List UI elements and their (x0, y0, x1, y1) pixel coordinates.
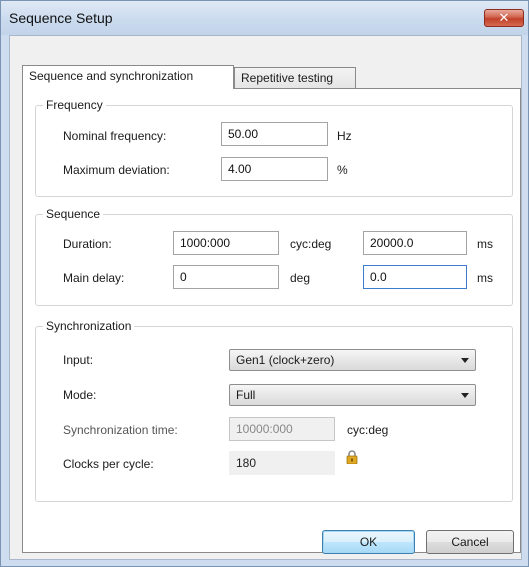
frequency-group-title: Frequency (43, 98, 106, 112)
synchronization-time-unit: cyc:deg (347, 423, 389, 437)
mode-select[interactable]: Full (229, 384, 476, 406)
input-label: Input: (63, 353, 94, 367)
tab-label: Sequence and synchronization (29, 69, 194, 83)
input-select-value: Gen1 (clock+zero) (236, 353, 335, 367)
maximum-deviation-label: Maximum deviation: (63, 163, 170, 177)
window-title: Sequence Setup (9, 10, 113, 26)
duration-unit: cyc:deg (290, 237, 332, 251)
mode-select-value: Full (236, 388, 256, 402)
nominal-frequency-unit: Hz (337, 129, 352, 143)
duration-ms-field[interactable]: 20000.0 (363, 231, 467, 255)
main-delay-field[interactable]: 0 (173, 265, 279, 289)
maximum-deviation-unit: % (337, 163, 348, 177)
main-delay-unit: deg (290, 271, 311, 285)
nominal-frequency-label: Nominal frequency: (63, 129, 167, 143)
synchronization-time-field: 10000:000 (229, 417, 335, 441)
mode-label: Mode: (63, 388, 97, 402)
tab-repetitive-testing[interactable]: Repetitive testing (234, 67, 356, 89)
ok-button[interactable]: OK (322, 530, 415, 554)
duration-ms-unit: ms (477, 237, 493, 251)
tab-sequence-and-synchronization[interactable]: Sequence and synchronization (22, 65, 234, 89)
lock-icon (346, 450, 358, 464)
sequence-group: Sequence (35, 207, 513, 306)
input-select[interactable]: Gen1 (clock+zero) (229, 349, 476, 371)
chevron-down-icon (461, 393, 469, 398)
title-bar[interactable]: Sequence Setup ✕ (1, 1, 528, 35)
tab-label: Repetitive testing (241, 71, 334, 85)
duration-label: Duration: (63, 237, 112, 251)
cancel-button[interactable]: Cancel (426, 530, 514, 554)
synchronization-group-title: Synchronization (43, 319, 135, 333)
close-button[interactable]: ✕ (484, 9, 524, 27)
sequence-setup-window: Sequence Setup ✕ Sequence and synchroniz… (0, 0, 529, 567)
main-delay-ms-unit: ms (477, 271, 493, 285)
synchronization-time-label: Synchronization time: (63, 423, 178, 437)
duration-field[interactable]: 1000:000 (173, 231, 279, 255)
clocks-per-cycle-field: 180 (229, 451, 335, 475)
frequency-group: Frequency (35, 98, 513, 197)
main-delay-ms-field[interactable]: 0.0 (363, 265, 467, 289)
clocks-per-cycle-label: Clocks per cycle: (63, 457, 154, 471)
maximum-deviation-field[interactable]: 4.00 (221, 157, 328, 181)
nominal-frequency-field[interactable]: 50.00 (221, 122, 328, 146)
main-delay-label: Main delay: (63, 271, 125, 285)
chevron-down-icon (461, 358, 469, 363)
sequence-group-title: Sequence (43, 207, 104, 221)
close-icon: ✕ (498, 10, 510, 25)
